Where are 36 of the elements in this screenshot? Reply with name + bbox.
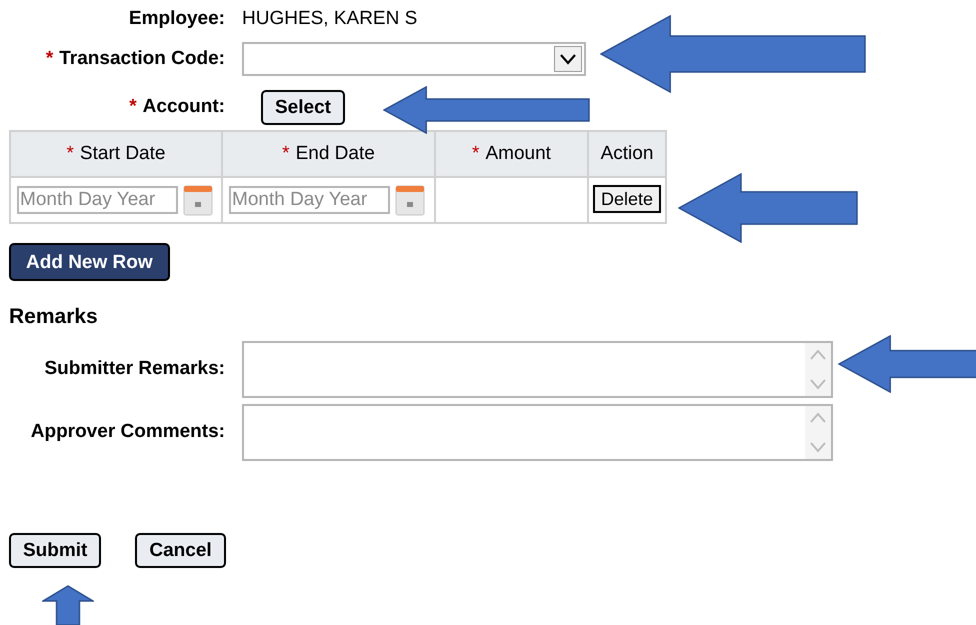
column-header: Action bbox=[588, 131, 666, 177]
transaction-code-dropdown[interactable] bbox=[242, 42, 586, 76]
chevron-down-icon bbox=[554, 46, 582, 72]
employee-name: HUGHES, KAREN S bbox=[242, 6, 418, 31]
arrow-icon bbox=[678, 173, 858, 243]
select-button[interactable]: Select bbox=[261, 90, 345, 125]
required-asterisk: * bbox=[472, 142, 480, 164]
submit-button[interactable]: Submit bbox=[9, 532, 102, 568]
employee-label: Employee: bbox=[128, 6, 225, 31]
column-header: * End Date bbox=[222, 131, 435, 177]
transaction-code-label: * Transaction Code: bbox=[44, 46, 225, 71]
remarks-heading: Remarks bbox=[9, 304, 99, 330]
date-field[interactable]: Month Day Year bbox=[17, 186, 178, 214]
column-header: * Start Date bbox=[10, 131, 222, 177]
remarks-label: Approver Comments: bbox=[30, 420, 225, 444]
required-asterisk: * bbox=[129, 96, 137, 118]
cancel-button[interactable]: Cancel bbox=[135, 532, 226, 568]
scroll-arrows-icon bbox=[805, 342, 831, 396]
arrow-icon bbox=[383, 86, 590, 134]
add-new-row-button[interactable]: Add New Row bbox=[9, 243, 170, 281]
arrow-icon bbox=[42, 585, 94, 625]
column-header: * Amount bbox=[435, 131, 588, 177]
delete-button[interactable]: Delete bbox=[592, 185, 662, 214]
scroll-arrows-icon bbox=[805, 406, 831, 458]
required-asterisk: * bbox=[46, 48, 54, 69]
arrow-icon bbox=[838, 335, 976, 393]
required-asterisk: * bbox=[66, 142, 74, 164]
remarks-textarea[interactable] bbox=[242, 404, 833, 460]
arrow-icon bbox=[600, 15, 866, 93]
calendar-icon[interactable] bbox=[183, 184, 213, 216]
required-asterisk: * bbox=[282, 142, 290, 164]
remarks-textarea[interactable] bbox=[242, 340, 833, 398]
remarks-label: Submitter Remarks: bbox=[43, 356, 225, 381]
account-label: * Account: bbox=[128, 95, 225, 120]
date-field[interactable]: Month Day Year bbox=[229, 186, 390, 214]
calendar-icon[interactable] bbox=[395, 184, 425, 216]
